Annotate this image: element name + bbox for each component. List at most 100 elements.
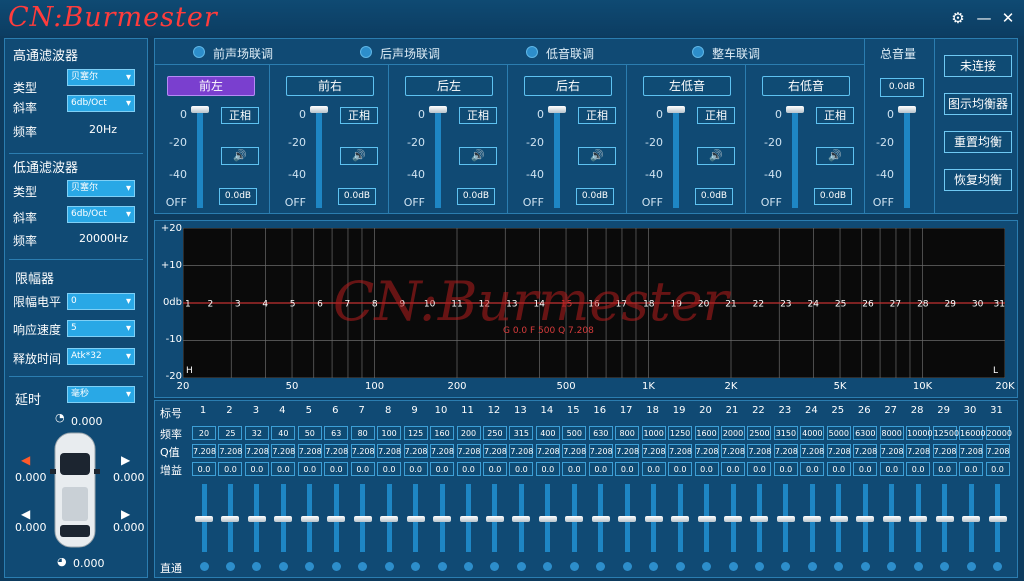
band-marker[interactable]: 24 [807, 300, 819, 310]
eq-freq-cell[interactable]: 25 [218, 426, 243, 440]
speaker-mute-icon[interactable]: 🔊 [221, 147, 259, 165]
channel-4-slider-knob[interactable] [548, 106, 566, 113]
eq-freq-cell[interactable]: 40 [271, 426, 296, 440]
eq-slider-knob[interactable] [300, 516, 319, 522]
eq-gain-cell[interactable]: 0.0 [721, 462, 745, 476]
eq-freq-cell[interactable]: 80 [350, 426, 375, 440]
delay-top-speaker-icon[interactable]: ◔ [55, 411, 65, 424]
eq-q-cell[interactable]: 7.208 [562, 444, 587, 458]
eq-slider-knob[interactable] [247, 516, 266, 522]
speaker-mute-icon[interactable]: 🔊 [340, 147, 378, 165]
eq-q-cell[interactable]: 7.208 [853, 444, 878, 458]
eq-q-cell[interactable]: 7.208 [773, 444, 798, 458]
eq-q-cell[interactable]: 7.208 [482, 444, 507, 458]
band-marker[interactable]: 2 [208, 300, 214, 310]
eq-slider-knob[interactable] [485, 516, 504, 522]
eq-slider-knob[interactable] [697, 516, 716, 522]
band-marker[interactable]: 23 [780, 300, 791, 310]
eq-q-cell[interactable]: 7.208 [747, 444, 772, 458]
eq-gain-cell[interactable]: 0.0 [641, 462, 666, 476]
eq-gain-cell[interactable]: 0.0 [244, 462, 269, 476]
channel-2-slider-knob[interactable] [310, 106, 328, 113]
eq-slider-knob[interactable] [565, 516, 584, 522]
master-slider-knob[interactable] [898, 106, 916, 113]
eq-freq-cell[interactable]: 125 [403, 426, 428, 440]
channel-5-slider-knob[interactable] [667, 106, 685, 113]
subwoofer-icon[interactable]: ◕ [57, 555, 67, 568]
lowpass-freq-value[interactable]: 20000Hz [79, 232, 128, 245]
gain-display-2[interactable]: 0.0dB [338, 188, 376, 205]
eq-gain-cell[interactable]: 0.0 [430, 462, 455, 476]
eq-bypass-toggle[interactable] [860, 562, 870, 571]
gain-display-6[interactable]: 0.0dB [814, 188, 852, 205]
eq-slider-knob[interactable] [274, 516, 293, 522]
eq-bypass-toggle[interactable] [569, 562, 579, 571]
eq-q-cell[interactable]: 7.208 [694, 444, 719, 458]
eq-slider-knob[interactable] [406, 516, 425, 522]
channel-6-slider-track[interactable] [792, 110, 798, 208]
eq-freq-cell[interactable]: 800 [615, 426, 640, 440]
delay-left-front-value[interactable]: 0.000 [15, 471, 47, 484]
eq-gain-cell[interactable]: 0.0 [906, 462, 931, 476]
eq-response-graph[interactable]: 1 2 3 4 5 6 7 8 9 10 11 12 13 14 15 16 17 18 19 20 21 22 23 24 2… [182, 227, 1006, 379]
channel-select-6[interactable]: 右低音 [762, 76, 850, 96]
highpass-slope-select[interactable]: 6db/Oct [67, 95, 135, 112]
eq-bypass-toggle[interactable] [225, 562, 235, 571]
eq-freq-cell[interactable]: 1250 [668, 426, 693, 440]
band-marker[interactable]: 27 [890, 300, 901, 310]
eq-bypass-toggle[interactable] [199, 562, 209, 571]
link-toggle-1[interactable] [193, 46, 205, 58]
eq-freq-cell[interactable]: 200 [456, 426, 481, 440]
eq-bypass-toggle[interactable] [675, 562, 685, 571]
eq-gain-cell[interactable]: 0.0 [985, 462, 1010, 476]
eq-bypass-toggle[interactable] [913, 562, 923, 571]
limiter-speed-select[interactable]: 5 [67, 320, 135, 337]
eq-freq-cell[interactable]: 20000 [985, 426, 1012, 440]
eq-q-cell[interactable]: 7.208 [430, 444, 455, 458]
eq-freq-cell[interactable]: 630 [588, 426, 613, 440]
eq-slider-knob[interactable] [618, 516, 637, 522]
eq-q-cell[interactable]: 7.208 [535, 444, 560, 458]
link-toggle-2[interactable] [360, 46, 372, 58]
eq-bypass-toggle[interactable] [464, 562, 473, 571]
band-marker[interactable]: 5 [290, 300, 296, 310]
eq-gain-cell[interactable]: 0.0 [588, 462, 613, 476]
eq-slider-knob[interactable] [988, 516, 1007, 522]
minimize-icon[interactable]: — [974, 8, 994, 28]
eq-q-cell[interactable]: 7.208 [721, 444, 745, 458]
speaker-left-rear-icon[interactable]: ◀ [21, 507, 30, 521]
eq-gain-cell[interactable]: 0.0 [535, 462, 560, 476]
eq-q-cell[interactable]: 7.208 [588, 444, 613, 458]
delay-top-value[interactable]: 0.000 [71, 415, 103, 428]
delay-right-rear-value[interactable]: 0.000 [113, 521, 145, 534]
eq-freq-cell[interactable]: 16000 [959, 426, 986, 440]
speaker-mute-icon[interactable]: 🔊 [697, 147, 735, 165]
eq-freq-cell[interactable]: 6300 [853, 426, 878, 440]
eq-q-cell[interactable]: 7.208 [985, 444, 1010, 458]
delay-unit-select[interactable]: 毫秒 [67, 386, 135, 403]
link-toggle-4[interactable] [692, 46, 704, 58]
master-gain-display[interactable]: 0.0dB [880, 78, 924, 97]
eq-q-cell[interactable]: 7.208 [615, 444, 640, 458]
master-slider-track[interactable] [904, 110, 910, 208]
gain-display-1[interactable]: 0.0dB [219, 188, 257, 205]
eq-q-cell[interactable]: 7.208 [668, 444, 693, 458]
eq-gain-cell[interactable]: 0.0 [192, 462, 216, 476]
eq-gain-cell[interactable]: 0.0 [959, 462, 984, 476]
band-marker[interactable]: 6 [317, 300, 323, 310]
band-marker[interactable]: 28 [917, 300, 929, 310]
eq-q-cell[interactable]: 7.208 [509, 444, 534, 458]
eq-slider-knob[interactable] [512, 516, 531, 522]
eq-q-cell[interactable]: 7.208 [350, 444, 375, 458]
eq-gain-cell[interactable]: 0.0 [615, 462, 640, 476]
band-marker[interactable]: 25 [835, 300, 846, 310]
close-icon[interactable]: ✕ [998, 8, 1018, 28]
eq-slider-knob[interactable] [221, 516, 240, 522]
eq-freq-cell[interactable]: 32 [244, 426, 269, 440]
eq-freq-cell[interactable]: 2000 [721, 426, 745, 440]
channel-6-slider-knob[interactable] [786, 106, 804, 113]
eq-freq-cell[interactable]: 3150 [773, 426, 798, 440]
eq-slider-knob[interactable] [327, 516, 346, 522]
highpass-freq-value[interactable]: 20Hz [89, 123, 117, 136]
eq-slider-knob[interactable] [644, 516, 663, 522]
